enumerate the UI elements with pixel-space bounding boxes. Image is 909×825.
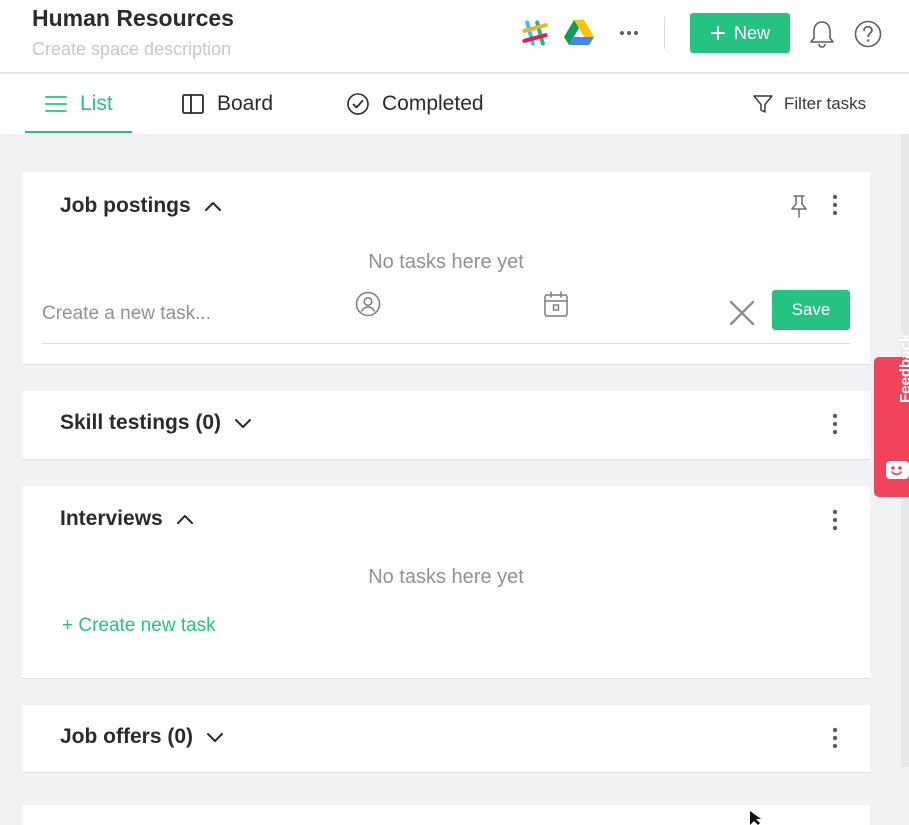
- section-job-postings: Job postings No tasks here yet Save: [22, 172, 870, 365]
- filter-tasks-label: Filter tasks: [784, 94, 867, 113]
- section-next-partial: [22, 805, 870, 825]
- section-menu-icon[interactable]: [829, 507, 841, 533]
- section-title: Job offers (0): [60, 725, 194, 748]
- task-input-underline: [42, 343, 850, 344]
- space-title[interactable]: Human Resources: [32, 5, 234, 32]
- tab-completed[interactable]: Completed: [346, 74, 484, 134]
- slack-icon[interactable]: [519, 17, 551, 49]
- section-menu-icon[interactable]: [829, 192, 841, 218]
- tab-list[interactable]: List: [44, 74, 113, 134]
- active-tab-indicator: [25, 131, 132, 133]
- tab-board[interactable]: Board: [181, 74, 273, 134]
- feedback-tab[interactable]: Feedback: [874, 334, 909, 497]
- close-icon[interactable]: [729, 300, 755, 326]
- filter-tasks-button[interactable]: Filter tasks: [752, 74, 866, 134]
- new-button-label: New: [733, 22, 770, 43]
- section-title: Skill testings (0): [60, 411, 222, 434]
- calendar-icon[interactable]: [543, 290, 569, 318]
- help-icon[interactable]: [853, 19, 883, 49]
- tab-list-label: List: [80, 92, 113, 115]
- assignee-icon[interactable]: [355, 291, 381, 317]
- empty-state-text: No tasks here yet: [368, 251, 524, 273]
- section-interviews-header[interactable]: Interviews: [60, 507, 195, 531]
- google-drive-icon[interactable]: [563, 18, 595, 46]
- section-job-postings-header[interactable]: Job postings: [60, 194, 223, 218]
- chevron-up-icon: [176, 515, 193, 524]
- section-skill-testings: Skill testings (0): [22, 391, 870, 460]
- chevron-down-icon: [207, 733, 224, 742]
- section-interviews: Interviews No tasks here yet + Create ne…: [22, 486, 870, 679]
- header-divider: [664, 17, 665, 49]
- plus-icon: [710, 26, 725, 40]
- board-icon: [182, 94, 204, 114]
- space-description[interactable]: Create space description: [32, 39, 231, 60]
- section-job-offers: Job offers (0): [22, 705, 870, 773]
- more-horizontal-icon[interactable]: [613, 20, 645, 46]
- filter-icon: [753, 95, 773, 113]
- section-title: Job postings: [60, 194, 191, 217]
- check-circle-icon: [347, 93, 369, 115]
- tab-completed-label: Completed: [382, 92, 484, 115]
- feedback-label: Feedback: [897, 333, 909, 403]
- feedback-face-icon: [886, 461, 909, 479]
- create-new-task-link[interactable]: + Create new task: [62, 615, 216, 637]
- save-task-button[interactable]: Save: [772, 290, 850, 330]
- section-menu-icon[interactable]: [829, 725, 841, 751]
- mouse-cursor-icon: [750, 811, 761, 825]
- notifications-bell-icon[interactable]: [808, 19, 836, 49]
- section-title: Interviews: [60, 507, 163, 530]
- chevron-up-icon: [204, 202, 221, 211]
- section-skill-testings-header[interactable]: Skill testings (0): [60, 411, 253, 435]
- empty-state-text: No tasks here yet: [368, 566, 524, 588]
- section-job-offers-header[interactable]: Job offers (0): [60, 725, 225, 749]
- section-menu-icon[interactable]: [829, 411, 841, 437]
- list-icon: [45, 96, 67, 112]
- tab-board-label: Board: [217, 92, 274, 115]
- pin-icon[interactable]: [788, 193, 810, 219]
- space-header: Human Resources Create space description…: [0, 0, 909, 73]
- new-task-input[interactable]: [42, 298, 322, 330]
- chevron-down-icon: [235, 419, 252, 428]
- new-button[interactable]: New: [690, 13, 790, 53]
